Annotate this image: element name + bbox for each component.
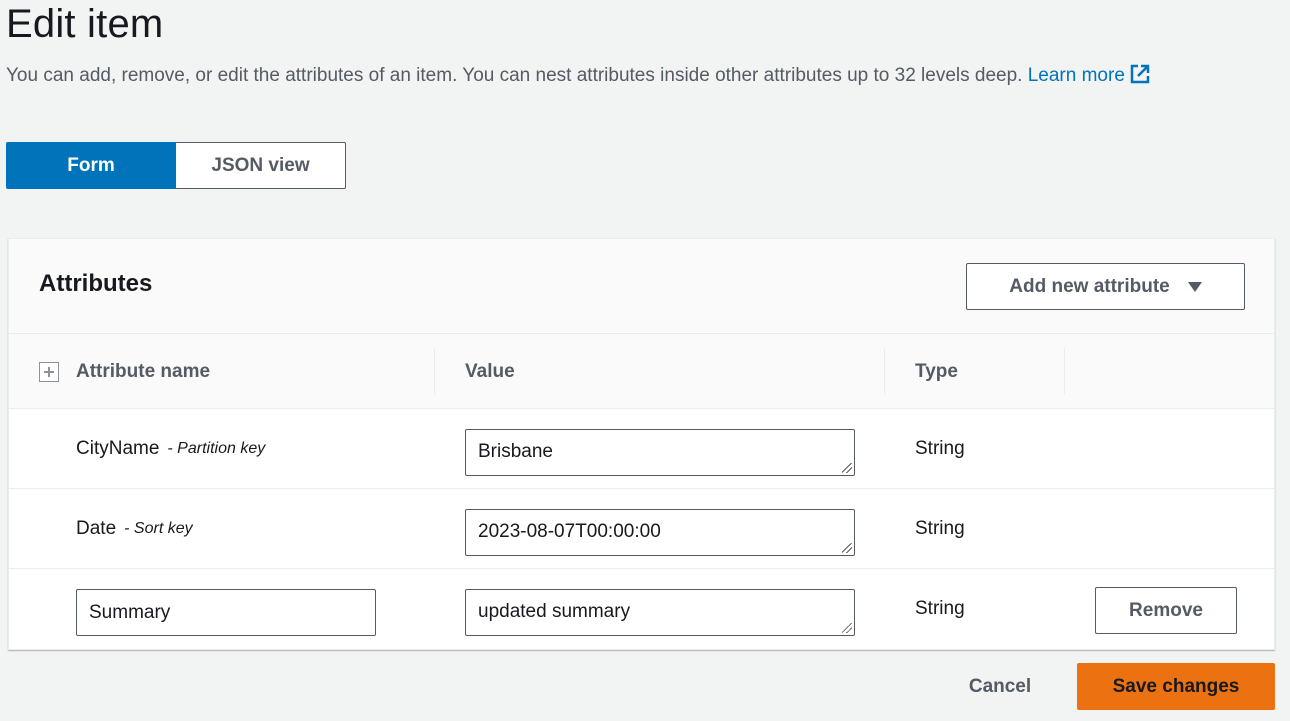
add-new-attribute-button[interactable]: Add new attribute (966, 263, 1245, 310)
attribute-name: CityName (76, 438, 160, 459)
attribute-type: String (915, 518, 965, 539)
attributes-header: Attributes Add new attribute (9, 239, 1274, 334)
description-text: You can add, remove, or edit the attribu… (6, 65, 1023, 86)
value-input[interactable]: Brisbane (465, 429, 855, 476)
value-text: updated summary (478, 601, 631, 622)
attribute-type: String (915, 598, 965, 619)
attribute-type: String (915, 438, 965, 459)
partition-key-label: - Partition key (167, 440, 266, 457)
attributes-panel: Attributes Add new attribute Attribute n… (8, 238, 1275, 650)
external-link-icon (1130, 64, 1150, 84)
column-value: Value (465, 360, 515, 382)
table-header: Attribute name Value Type (9, 334, 1274, 409)
table-row: Summary updated summary String Remove (9, 569, 1274, 649)
remove-attribute-button[interactable]: Remove (1095, 587, 1237, 634)
value-text: 2023-08-07T00:00:00 (478, 521, 661, 542)
learn-more-link[interactable]: Learn more (1028, 64, 1151, 86)
value-input[interactable]: updated summary (465, 589, 855, 636)
attribute-name: Date (76, 518, 117, 539)
expand-all-icon[interactable] (39, 362, 59, 382)
column-type: Type (915, 360, 958, 382)
page-title: Edit item (6, 2, 164, 46)
save-changes-button[interactable]: Save changes (1077, 663, 1275, 710)
cancel-button[interactable]: Cancel (940, 663, 1060, 710)
caret-down-icon (1187, 281, 1202, 292)
table-row: CityName - Partition key Brisbane String (9, 409, 1274, 489)
form-tab[interactable]: Form (6, 142, 176, 189)
value-input[interactable]: 2023-08-07T00:00:00 (465, 509, 855, 556)
sort-key-label: - Sort key (124, 520, 193, 537)
value-text: Brisbane (478, 441, 553, 462)
attribute-name-cell: CityName - Partition key (76, 409, 265, 489)
add-attribute-label: Add new attribute (1009, 275, 1170, 297)
column-divider[interactable] (884, 348, 885, 395)
column-divider[interactable] (1064, 348, 1065, 395)
table-row: Date - Sort key 2023-08-07T00:00:00 Stri… (9, 489, 1274, 569)
column-divider[interactable] (434, 348, 435, 395)
resize-handle-icon[interactable] (842, 463, 852, 473)
resize-handle-icon[interactable] (842, 623, 852, 633)
page-description: You can add, remove, or edit the attribu… (6, 60, 1256, 92)
attribute-name-cell: Date - Sort key (76, 489, 193, 569)
resize-handle-icon[interactable] (842, 543, 852, 553)
json-view-tab[interactable]: JSON view (176, 142, 346, 189)
attribute-name-input[interactable]: Summary (76, 589, 376, 636)
column-attribute-name: Attribute name (76, 360, 211, 382)
attributes-title: Attributes (39, 270, 153, 297)
view-toggle: Form JSON view (6, 142, 346, 189)
